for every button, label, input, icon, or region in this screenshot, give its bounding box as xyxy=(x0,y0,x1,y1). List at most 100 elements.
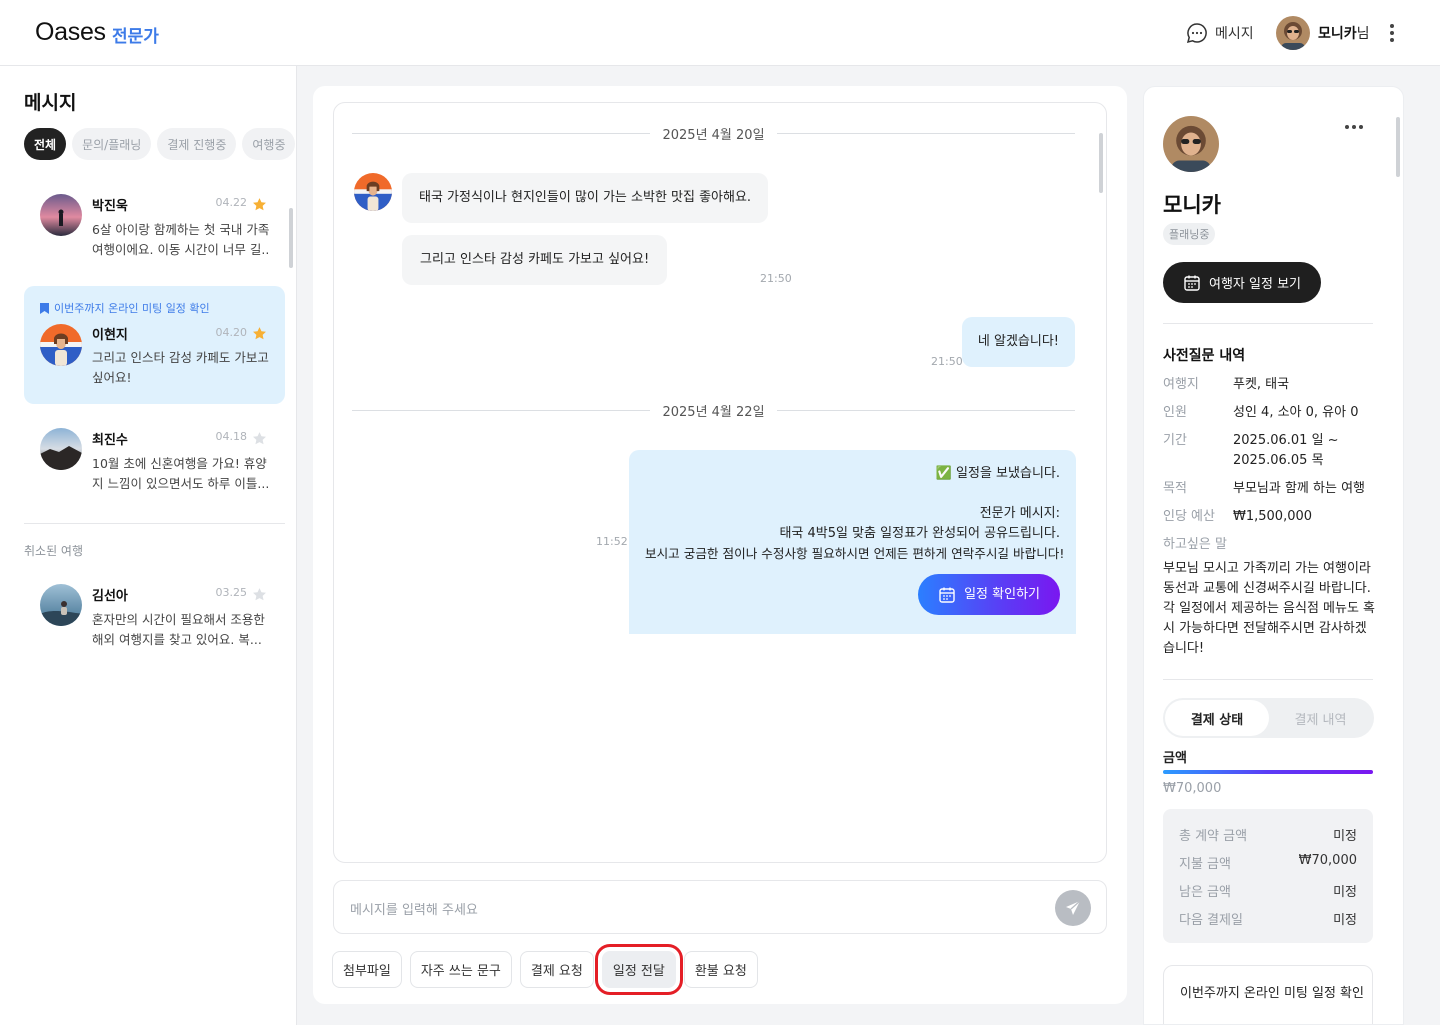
more-horizontal-icon[interactable] xyxy=(1345,125,1363,129)
conversation-preview: 10월 초에 신혼여행을 가요! 휴양지 느낌이 있으면서도 하루 이틀... xyxy=(92,456,270,491)
sidebar-divider xyxy=(24,523,285,524)
filter-chips: 전체 문의/플래닝 결제 진행중 여행중 xyxy=(24,128,296,160)
star-icon[interactable] xyxy=(252,197,267,212)
amount-label: 금액 xyxy=(1163,751,1187,766)
view-schedule-button[interactable]: 일정 확인하기 xyxy=(918,574,1060,615)
conversation-item-selected[interactable]: 이번주까지 온라인 미팅 일정 확인 이현지 04.20 그리고 인스타 감성 … xyxy=(24,286,285,404)
filter-traveling[interactable]: 여행중 xyxy=(242,128,296,160)
traveler-memo: 부모님 모시고 가족끼리 가는 여행이라 동선과 교통에 신경써주시길 바랍니다… xyxy=(1163,561,1376,656)
tab-payment-history[interactable]: 결제 내역 xyxy=(1269,700,1372,736)
sidebar-scrollbar[interactable] xyxy=(289,208,293,268)
tab-payment-status[interactable]: 결제 상태 xyxy=(1165,700,1269,736)
user-menu[interactable]: 모니카님 xyxy=(1276,16,1370,50)
logo-subtitle: 전문가 xyxy=(112,27,159,47)
chat-scrollbar[interactable] xyxy=(1099,133,1103,193)
field-label: 인원 xyxy=(1163,405,1187,420)
header-messages-label: 메시지 xyxy=(1215,26,1254,42)
field-label: 목적 xyxy=(1163,481,1187,496)
message-time: 21:50 xyxy=(931,355,963,368)
summary-row: 남은 금액 미정 xyxy=(1179,885,1357,900)
panel-scrollbar[interactable] xyxy=(1396,117,1400,177)
calendar-icon xyxy=(939,587,955,603)
field-label: 인당 예산 xyxy=(1163,509,1215,524)
avatar xyxy=(40,428,82,470)
message-input-placeholder: 메시지를 입력해 주세요 xyxy=(350,903,478,918)
expert-memo-text: 이번주까지 온라인 미팅 일정 확인 xyxy=(1180,986,1364,1001)
avatar xyxy=(40,194,82,236)
conversation-name: 이현지 xyxy=(92,328,128,343)
summary-row: 다음 결제일 미정 xyxy=(1179,913,1357,928)
avatar xyxy=(40,584,82,626)
logo[interactable]: Oases xyxy=(35,18,106,47)
attach-file-button[interactable]: 첨부파일 xyxy=(332,951,402,988)
filter-inquiry[interactable]: 문의/플래닝 xyxy=(72,128,152,160)
payment-summary: 총 계약 금액 미정 지불 금액 ₩70,000 남은 금액 미정 다음 결제일 미정 xyxy=(1163,809,1373,943)
pinned-note-text: 이번주까지 온라인 미팅 일정 확인 xyxy=(54,302,210,315)
send-schedule-button[interactable]: 일정 전달 xyxy=(594,944,683,995)
user-name: 모니카 xyxy=(1318,26,1357,42)
conversation-preview: 혼자만의 시간이 필요해서 조용한 해외 여행지를 찾고 있어요. 복... xyxy=(92,612,265,647)
conversation-preview: 그리고 인스타 감성 카페도 가보고 싶어요! xyxy=(92,350,269,385)
conversation-item[interactable]: 박진욱 04.22 6살 아이랑 함께하는 첫 국내 가족여행이에요. 이동 시… xyxy=(24,182,285,276)
bookmark-icon xyxy=(40,302,49,314)
amount-value: ₩70,000 xyxy=(1163,781,1222,796)
check-icon: ✅ xyxy=(935,466,952,481)
field-value: 푸켓, 태국 xyxy=(1233,377,1290,392)
user-suffix: 님 xyxy=(1356,26,1370,42)
conversation-date: 03.25 xyxy=(215,586,248,599)
chat-bubble-icon xyxy=(1186,23,1207,44)
field-value: 2025.06.01 일 ~ 2025.06.05 목 xyxy=(1233,433,1339,468)
conversation-preview: 6살 아이랑 함께하는 첫 국내 가족여행이에요. 이동 시간이 너무 길.. xyxy=(92,222,270,257)
summary-row: 총 계약 금액 미정 xyxy=(1179,829,1357,844)
conversation-date: 04.22 xyxy=(215,196,248,209)
filter-all[interactable]: 전체 xyxy=(24,128,67,160)
conversation-sidebar: 메시지 전체 문의/플래닝 결제 진행중 여행중 박진욱 04.22 6살 아이… xyxy=(0,66,297,1025)
star-icon[interactable] xyxy=(252,587,267,602)
calendar-icon xyxy=(1184,275,1200,291)
field-label: 기간 xyxy=(1163,433,1187,448)
view-traveler-schedule-button[interactable]: 여행자 일정 보기 xyxy=(1163,262,1321,303)
questionnaire-title: 사전질문 내역 xyxy=(1163,348,1246,364)
saved-phrases-button[interactable]: 자주 쓰는 문구 xyxy=(409,951,512,988)
expert-memo-card[interactable]: 이번주까지 온라인 미팅 일정 확인 xyxy=(1163,965,1373,1024)
star-icon[interactable] xyxy=(252,326,267,341)
date-separator: 2025년 4월 22일 xyxy=(352,400,1076,420)
schedule-card-line: 전문가 메시지: xyxy=(979,506,1060,521)
refund-request-button[interactable]: 환불 요청 xyxy=(683,951,758,988)
summary-row: 지불 금액 ₩70,000 xyxy=(1179,853,1357,872)
conversation-item-cancelled[interactable]: 김선아 03.25 혼자만의 시간이 필요해서 조용한 해외 여행지를 찾고 있… xyxy=(24,572,285,666)
date-separator: 2025년 4월 20일 xyxy=(352,123,1076,143)
chat-actions: 첨부파일 자주 쓰는 문구 결제 요청 일정 전달 환불 요청 xyxy=(332,944,758,995)
schedule-card-line: 보시고 궁금한 점이나 수정사항 필요하시면 언제든 편하게 연락주시길 바랍니… xyxy=(645,546,1065,561)
schedule-card-title: ✅ 일정을 보냈습니다. xyxy=(935,466,1060,481)
message-time: 11:52 xyxy=(596,535,628,548)
conversation-item[interactable]: 최진수 04.18 10월 초에 신혼여행을 가요! 휴양지 느낌이 있으면서도… xyxy=(24,416,285,510)
message-input[interactable]: 메시지를 입력해 주세요 xyxy=(333,880,1107,934)
send-button[interactable] xyxy=(1055,890,1091,926)
conversation-date: 04.18 xyxy=(215,430,248,443)
header-messages-link[interactable]: 메시지 xyxy=(1186,22,1254,44)
conversation-name: 최진수 xyxy=(92,433,128,448)
schedule-card-line: 태국 4박5일 맞춤 일정표가 완성되어 공유드립니다. xyxy=(779,526,1060,541)
filter-payment[interactable]: 결제 진행중 xyxy=(157,128,237,160)
status-badge: 플래닝중 xyxy=(1163,223,1216,245)
date-label: 2025년 4월 22일 xyxy=(662,404,765,420)
traveler-profile-panel: 모니카 플래닝중 여행자 일정 보기 사전질문 내역 여행지 푸켓, 태국 인원… xyxy=(1143,86,1404,1025)
date-label: 2025년 4월 20일 xyxy=(662,127,765,143)
more-vertical-icon[interactable] xyxy=(1384,22,1400,44)
field-value: 부모님과 함께 하는 여행 xyxy=(1233,481,1365,496)
field-label: 하고싶은 말 xyxy=(1163,537,1227,552)
schedule-message-card: ✅ 일정을 보냈습니다. 전문가 메시지: 태국 4박5일 맞춤 일정표가 완성… xyxy=(629,450,1076,634)
conversation-name: 김선아 xyxy=(92,589,128,604)
star-icon[interactable] xyxy=(252,431,267,446)
field-value: ₩1,500,000 xyxy=(1233,509,1313,524)
incoming-message: 태국 가정식이나 현지인들이 많이 가는 소박한 맛집 좋아해요. xyxy=(402,173,769,223)
payment-tabs: 결제 상태 결제 내역 xyxy=(1163,698,1374,738)
panel-divider xyxy=(1163,679,1373,680)
avatar xyxy=(1163,116,1219,172)
avatar xyxy=(354,173,392,211)
chat-history[interactable]: 2025년 4월 20일 태국 가정식이나 현지인들이 많이 가는 소박한 맛집… xyxy=(333,102,1107,863)
sidebar-title: 메시지 xyxy=(24,92,77,114)
top-header: Oases 전문가 메시지 모니카님 xyxy=(0,0,1440,66)
payment-request-button[interactable]: 결제 요청 xyxy=(519,951,594,988)
